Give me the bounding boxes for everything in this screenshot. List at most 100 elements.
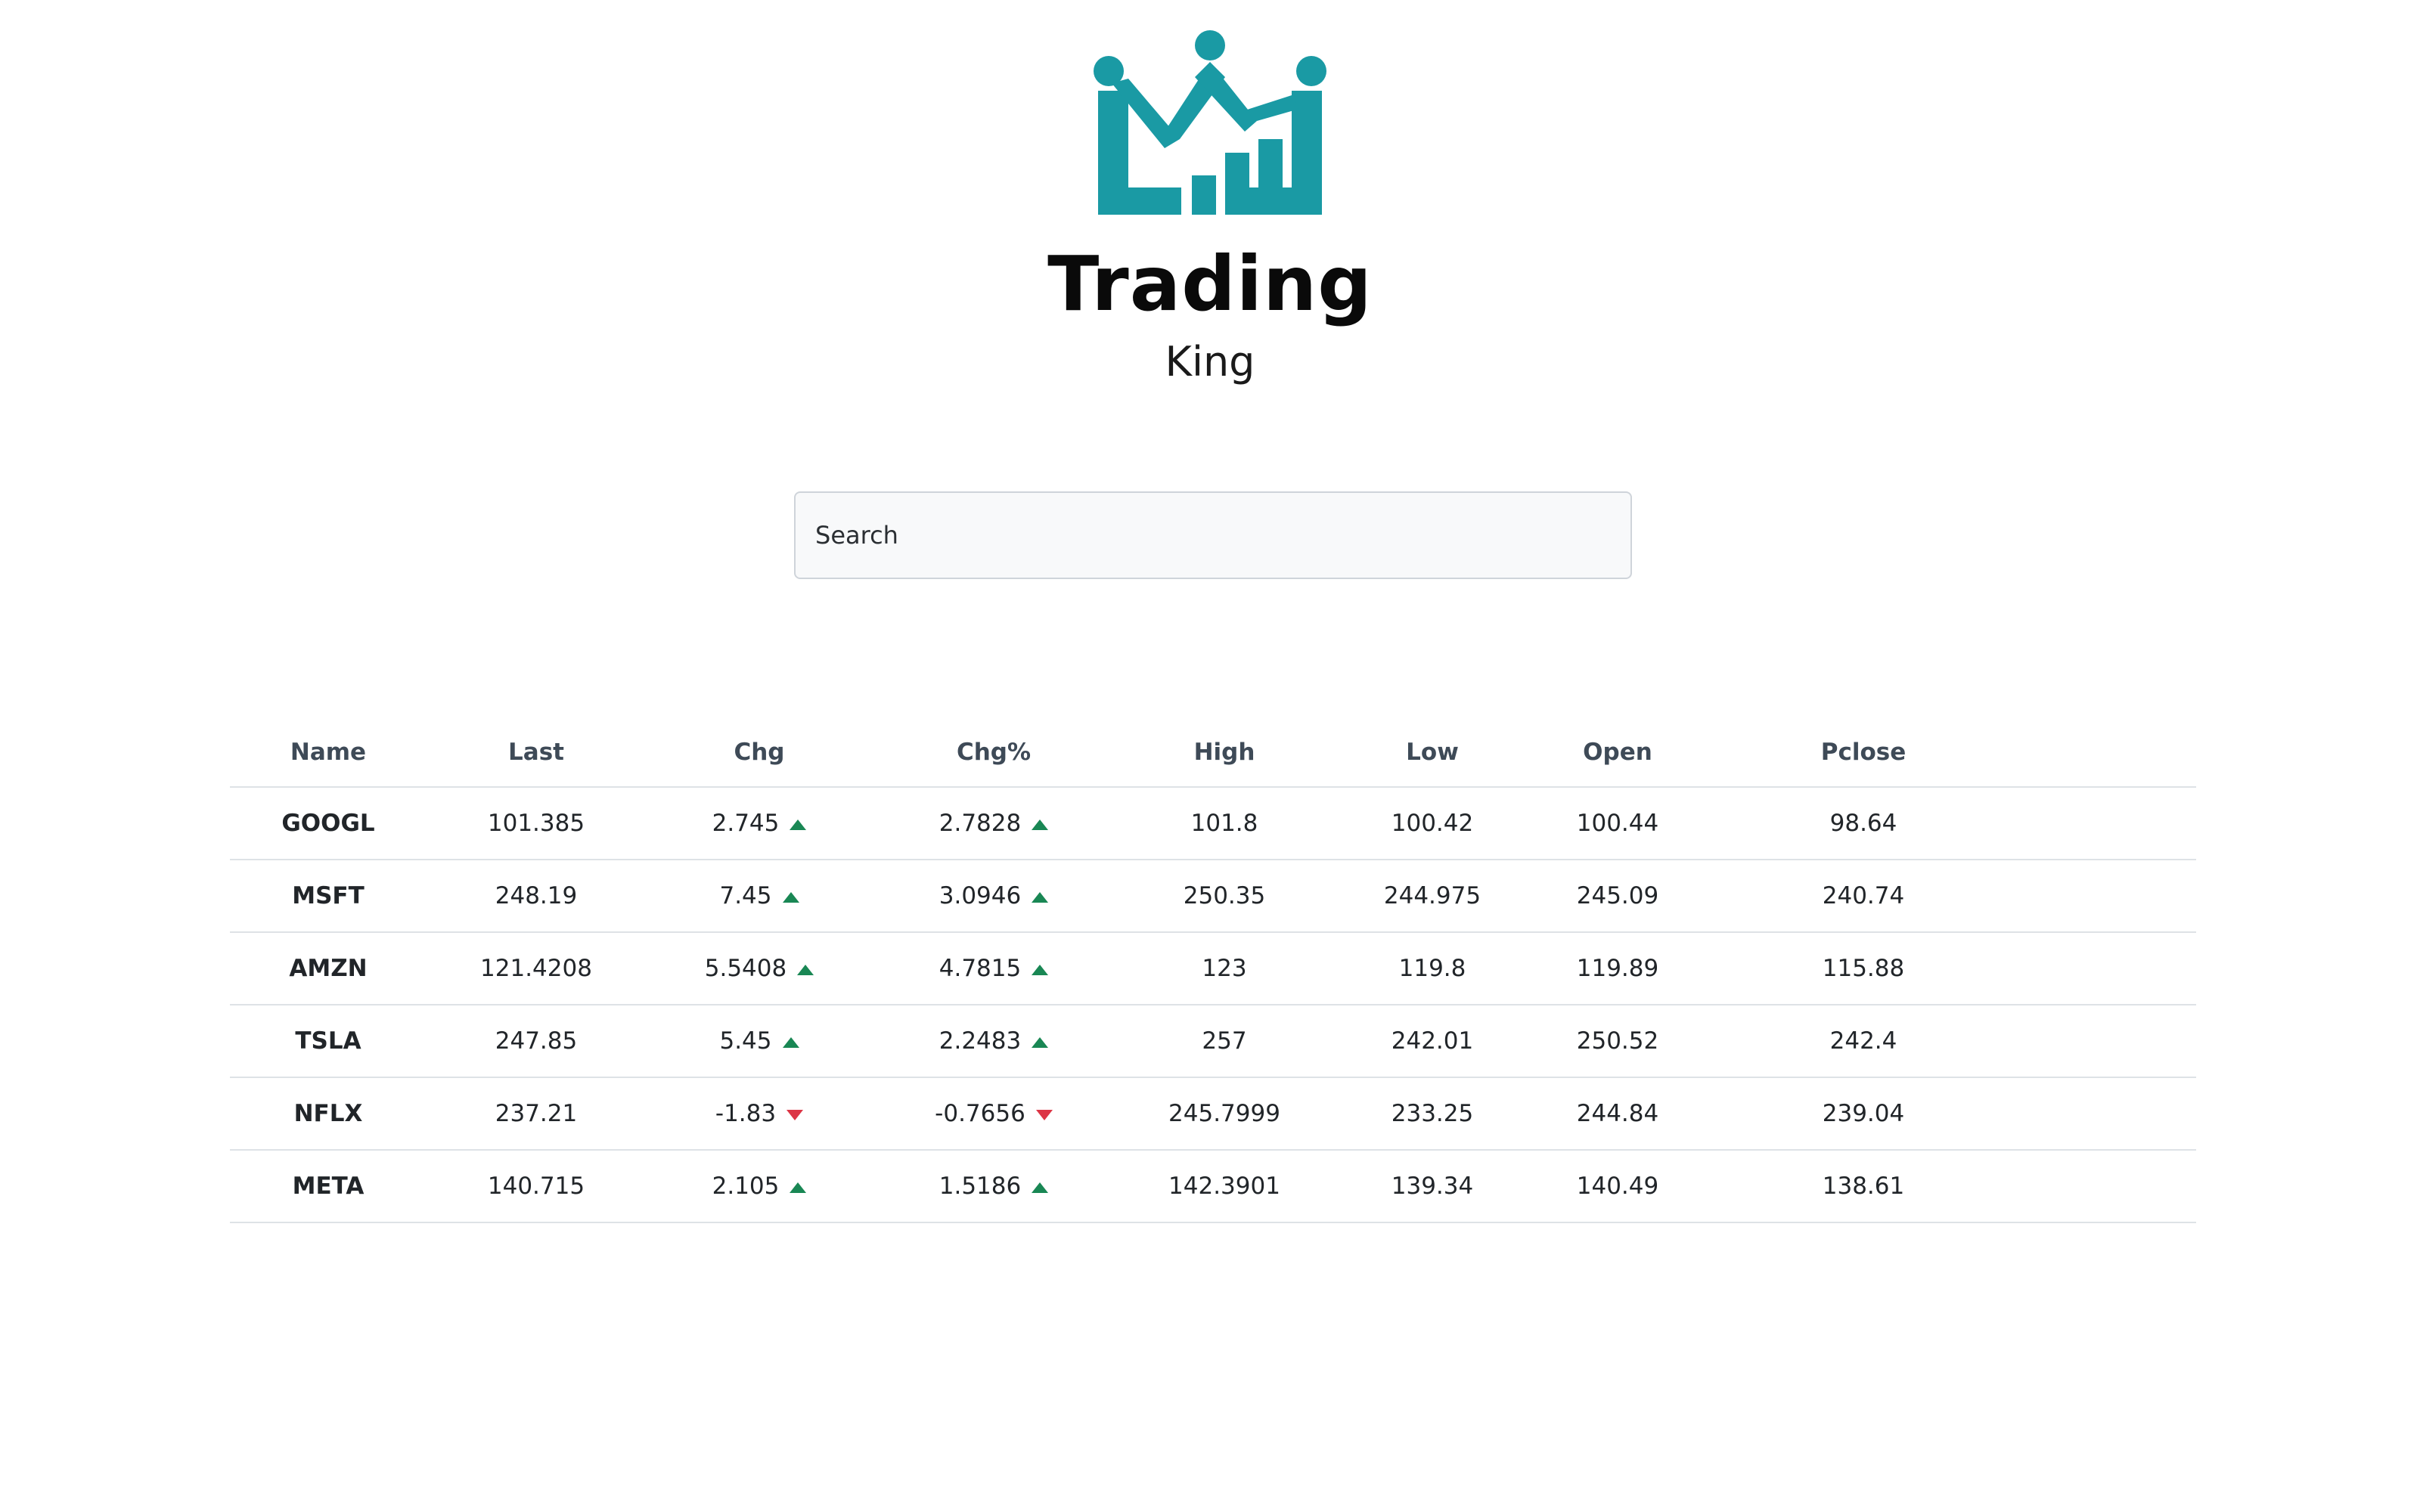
cell-high-value: 101.8 bbox=[1190, 810, 1258, 837]
cell-pclose: 242.4 bbox=[1705, 1005, 2022, 1078]
cell-chg-pct-value: 2.7828 bbox=[939, 810, 1022, 837]
cell-pclose-value: 240.74 bbox=[1822, 882, 1905, 909]
cell-high: 142.3901 bbox=[1115, 1150, 1334, 1223]
header-high[interactable]: High bbox=[1115, 718, 1334, 788]
cell-last-value: 140.715 bbox=[487, 1173, 585, 1200]
cell-last-value: 121.4208 bbox=[480, 955, 592, 982]
cell-chg: 5.5408 bbox=[646, 932, 873, 1005]
quotes-table: Name Last Chg Chg% High Low Open Pclose … bbox=[230, 718, 2196, 1223]
cell-chg-value: 7.45 bbox=[719, 882, 772, 909]
cell-spacer bbox=[2022, 787, 2196, 860]
cell-name: NFLX bbox=[230, 1077, 427, 1151]
cell-pclose-value: 138.61 bbox=[1822, 1173, 1905, 1200]
cell-low: 100.42 bbox=[1334, 787, 1531, 860]
logo bbox=[1044, 26, 1376, 222]
cell-low: 233.25 bbox=[1334, 1077, 1531, 1151]
table-row[interactable]: MSFT 248.19 7.45 3.0946 250.35 244.975 245.09 2… bbox=[230, 860, 2196, 933]
caret-up-icon bbox=[782, 891, 799, 903]
cell-name-value: GOOGL bbox=[281, 810, 375, 837]
header-low[interactable]: Low bbox=[1334, 718, 1531, 788]
cell-last-value: 101.385 bbox=[487, 810, 585, 837]
table-row[interactable]: TSLA 247.85 5.45 2.2483 257 242.01 250.52 242.4 bbox=[230, 1005, 2196, 1078]
cell-name-value: TSLA bbox=[295, 1027, 361, 1055]
header-name[interactable]: Name bbox=[230, 718, 427, 788]
cell-high-value: 250.35 bbox=[1183, 882, 1266, 909]
cell-name: META bbox=[230, 1150, 427, 1223]
cell-high: 123 bbox=[1115, 932, 1334, 1005]
cell-chg-value: 5.45 bbox=[719, 1027, 772, 1055]
header-pclose[interactable]: Pclose bbox=[1705, 718, 2022, 788]
cell-low: 119.8 bbox=[1334, 932, 1531, 1005]
cell-spacer bbox=[2022, 1005, 2196, 1078]
cell-last: 121.4208 bbox=[427, 932, 646, 1005]
caret-up-icon bbox=[782, 1036, 799, 1048]
caret-down-icon bbox=[1035, 1109, 1053, 1120]
cell-pclose: 239.04 bbox=[1705, 1077, 2022, 1151]
cell-last-value: 237.21 bbox=[495, 1100, 578, 1127]
cell-spacer bbox=[2022, 1150, 2196, 1223]
cell-low-value: 139.34 bbox=[1391, 1173, 1474, 1200]
cell-high-value: 245.7999 bbox=[1168, 1100, 1280, 1127]
header-open[interactable]: Open bbox=[1531, 718, 1705, 788]
cell-chg: 2.745 bbox=[646, 787, 873, 860]
cell-high-value: 257 bbox=[1202, 1027, 1247, 1055]
caret-up-icon bbox=[1032, 1036, 1049, 1048]
brand-subtitle: King bbox=[1165, 338, 1255, 386]
cell-open-value: 245.09 bbox=[1576, 882, 1659, 909]
cell-last: 237.21 bbox=[427, 1077, 646, 1151]
cell-open-value: 250.52 bbox=[1576, 1027, 1659, 1055]
cell-chg-pct: 4.7815 bbox=[873, 932, 1115, 1005]
cell-chg-pct-value: 3.0946 bbox=[939, 882, 1022, 909]
search-input[interactable] bbox=[794, 491, 1632, 579]
cell-high-value: 123 bbox=[1202, 955, 1247, 982]
cell-name-value: AMZN bbox=[289, 955, 368, 982]
table-header-row: Name Last Chg Chg% High Low Open Pclose bbox=[230, 718, 2196, 788]
cell-low-value: 244.975 bbox=[1383, 882, 1481, 909]
caret-up-icon bbox=[1032, 891, 1049, 903]
cell-open-value: 140.49 bbox=[1576, 1173, 1659, 1200]
cell-chg-pct: 2.2483 bbox=[873, 1005, 1115, 1078]
cell-chg: 7.45 bbox=[646, 860, 873, 933]
cell-low-value: 242.01 bbox=[1391, 1027, 1474, 1055]
cell-open-value: 100.44 bbox=[1576, 810, 1659, 837]
cell-chg-pct-value: -0.7656 bbox=[935, 1100, 1025, 1127]
table-row[interactable]: NFLX 237.21 -1.83 -0.7656 245.7999 233.25 244.… bbox=[230, 1077, 2196, 1151]
caret-up-icon bbox=[790, 819, 807, 830]
caret-up-icon bbox=[1032, 819, 1049, 830]
cell-chg-value: 5.5408 bbox=[704, 955, 787, 982]
table-row[interactable]: META 140.715 2.105 1.5186 142.3901 139.34 140.… bbox=[230, 1150, 2196, 1223]
cell-chg-pct-value: 1.5186 bbox=[939, 1173, 1022, 1200]
cell-low-value: 119.8 bbox=[1398, 955, 1466, 982]
cell-chg: -1.83 bbox=[646, 1077, 873, 1151]
caret-up-icon bbox=[1032, 964, 1049, 975]
cell-low: 139.34 bbox=[1334, 1150, 1531, 1223]
brand-title: Trading bbox=[1047, 240, 1373, 328]
table-row[interactable]: AMZN 121.4208 5.5408 4.7815 123 119.8 119.89 11… bbox=[230, 932, 2196, 1005]
header-last[interactable]: Last bbox=[427, 718, 646, 788]
cell-high: 257 bbox=[1115, 1005, 1334, 1078]
cell-pclose-value: 115.88 bbox=[1822, 955, 1905, 982]
cell-pclose-value: 242.4 bbox=[1829, 1027, 1897, 1055]
cell-name: GOOGL bbox=[230, 787, 427, 860]
header-chg-pct[interactable]: Chg% bbox=[873, 718, 1115, 788]
cell-open: 244.84 bbox=[1531, 1077, 1705, 1151]
cell-name-value: META bbox=[292, 1173, 365, 1200]
header-spacer bbox=[2022, 718, 2196, 788]
cell-last-value: 248.19 bbox=[495, 882, 578, 909]
cell-high: 101.8 bbox=[1115, 787, 1334, 860]
cell-name-value: MSFT bbox=[292, 882, 365, 909]
cell-name-value: NFLX bbox=[293, 1100, 363, 1127]
cell-low: 244.975 bbox=[1334, 860, 1531, 933]
cell-chg-pct-value: 4.7815 bbox=[939, 955, 1022, 982]
cell-open: 100.44 bbox=[1531, 787, 1705, 860]
cell-high: 250.35 bbox=[1115, 860, 1334, 933]
cell-name: TSLA bbox=[230, 1005, 427, 1078]
caret-up-icon bbox=[1032, 1182, 1049, 1193]
caret-down-icon bbox=[786, 1109, 804, 1120]
cell-chg-value: -1.83 bbox=[715, 1100, 777, 1127]
table-row[interactable]: GOOGL 101.385 2.745 2.7828 101.8 100.42 100.44… bbox=[230, 787, 2196, 860]
header-chg[interactable]: Chg bbox=[646, 718, 873, 788]
cell-chg: 2.105 bbox=[646, 1150, 873, 1223]
cell-name: MSFT bbox=[230, 860, 427, 933]
cell-low-value: 233.25 bbox=[1391, 1100, 1474, 1127]
